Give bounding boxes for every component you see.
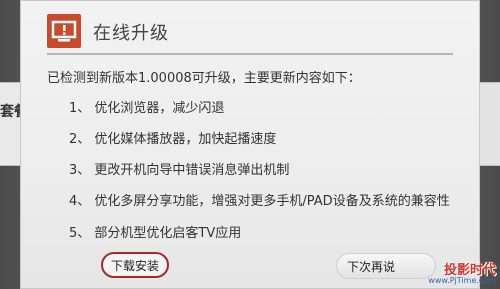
background-panel-right	[478, 82, 500, 166]
watermark: 投影时代 www.PjTime.com	[428, 259, 496, 285]
update-intro: 已检测到新版本1.00008可升级，主要更新内容如下：	[47, 71, 361, 86]
dialog-title: 在线升级	[93, 23, 169, 44]
download-install-button[interactable]: 下载安装	[101, 252, 169, 278]
update-dialog: 在线升级 已检测到新版本1.00008可升级，主要更新内容如下： 1、 优化浏览…	[20, 0, 480, 289]
update-item: 5、 部分机型优化启客TV应用	[69, 226, 242, 241]
update-item: 4、 优化多屏分享功能，增强对更多手机/PAD设备及系统的兼容性	[69, 194, 450, 209]
update-item: 1、 优化浏览器，减少闪退	[69, 101, 225, 116]
update-item: 2、 优化媒体播放器，加快起播速度	[69, 132, 277, 147]
watermark-url: www.PjTime.com	[428, 276, 496, 285]
tv-alert-icon	[47, 14, 81, 48]
title-divider	[47, 53, 453, 55]
update-item: 3、 更改开机向导中错误消息弹出机制	[69, 163, 290, 178]
later-button[interactable]: 下次再说	[336, 253, 436, 279]
